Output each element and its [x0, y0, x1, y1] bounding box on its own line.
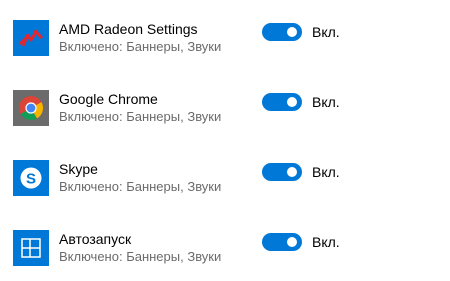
skype-icon: S: [13, 160, 49, 196]
app-name: AMD Radeon Settings: [59, 21, 198, 37]
svg-text:S: S: [26, 171, 36, 188]
app-name: Автозапуск: [59, 231, 132, 247]
app-row-skype: S Skype Включено: Баннеры, Звуки Вкл.: [0, 160, 450, 210]
amd-radeon-icon: [13, 20, 49, 56]
app-row-google-chrome: Google Chrome Включено: Баннеры, Звуки В…: [0, 90, 450, 140]
toggle-knob: [287, 27, 297, 37]
app-name: Skype: [59, 161, 98, 177]
notification-toggle[interactable]: [262, 163, 302, 181]
app-name: Google Chrome: [59, 91, 158, 107]
toggle-state-label: Вкл.: [312, 24, 340, 40]
notification-toggle[interactable]: [262, 23, 302, 41]
app-notification-summary: Включено: Баннеры, Звуки: [59, 109, 222, 124]
app-row-amd-radeon-settings: AMD Radeon Settings Включено: Баннеры, З…: [0, 20, 450, 70]
toggle-knob: [287, 97, 297, 107]
toggle-state-label: Вкл.: [312, 164, 340, 180]
app-notification-summary: Включено: Баннеры, Звуки: [59, 179, 222, 194]
app-row-autoplay: Автозапуск Включено: Баннеры, Звуки Вкл.: [0, 230, 450, 280]
autoplay-icon: [13, 230, 49, 266]
toggle-state-label: Вкл.: [312, 94, 340, 110]
notification-toggle[interactable]: [262, 93, 302, 111]
app-notification-summary: Включено: Баннеры, Звуки: [59, 39, 222, 54]
toggle-knob: [287, 167, 297, 177]
toggle-state-label: Вкл.: [312, 234, 340, 250]
toggle-knob: [287, 237, 297, 247]
app-notification-summary: Включено: Баннеры, Звуки: [59, 249, 222, 264]
chrome-icon: [13, 90, 49, 126]
notification-toggle[interactable]: [262, 233, 302, 251]
